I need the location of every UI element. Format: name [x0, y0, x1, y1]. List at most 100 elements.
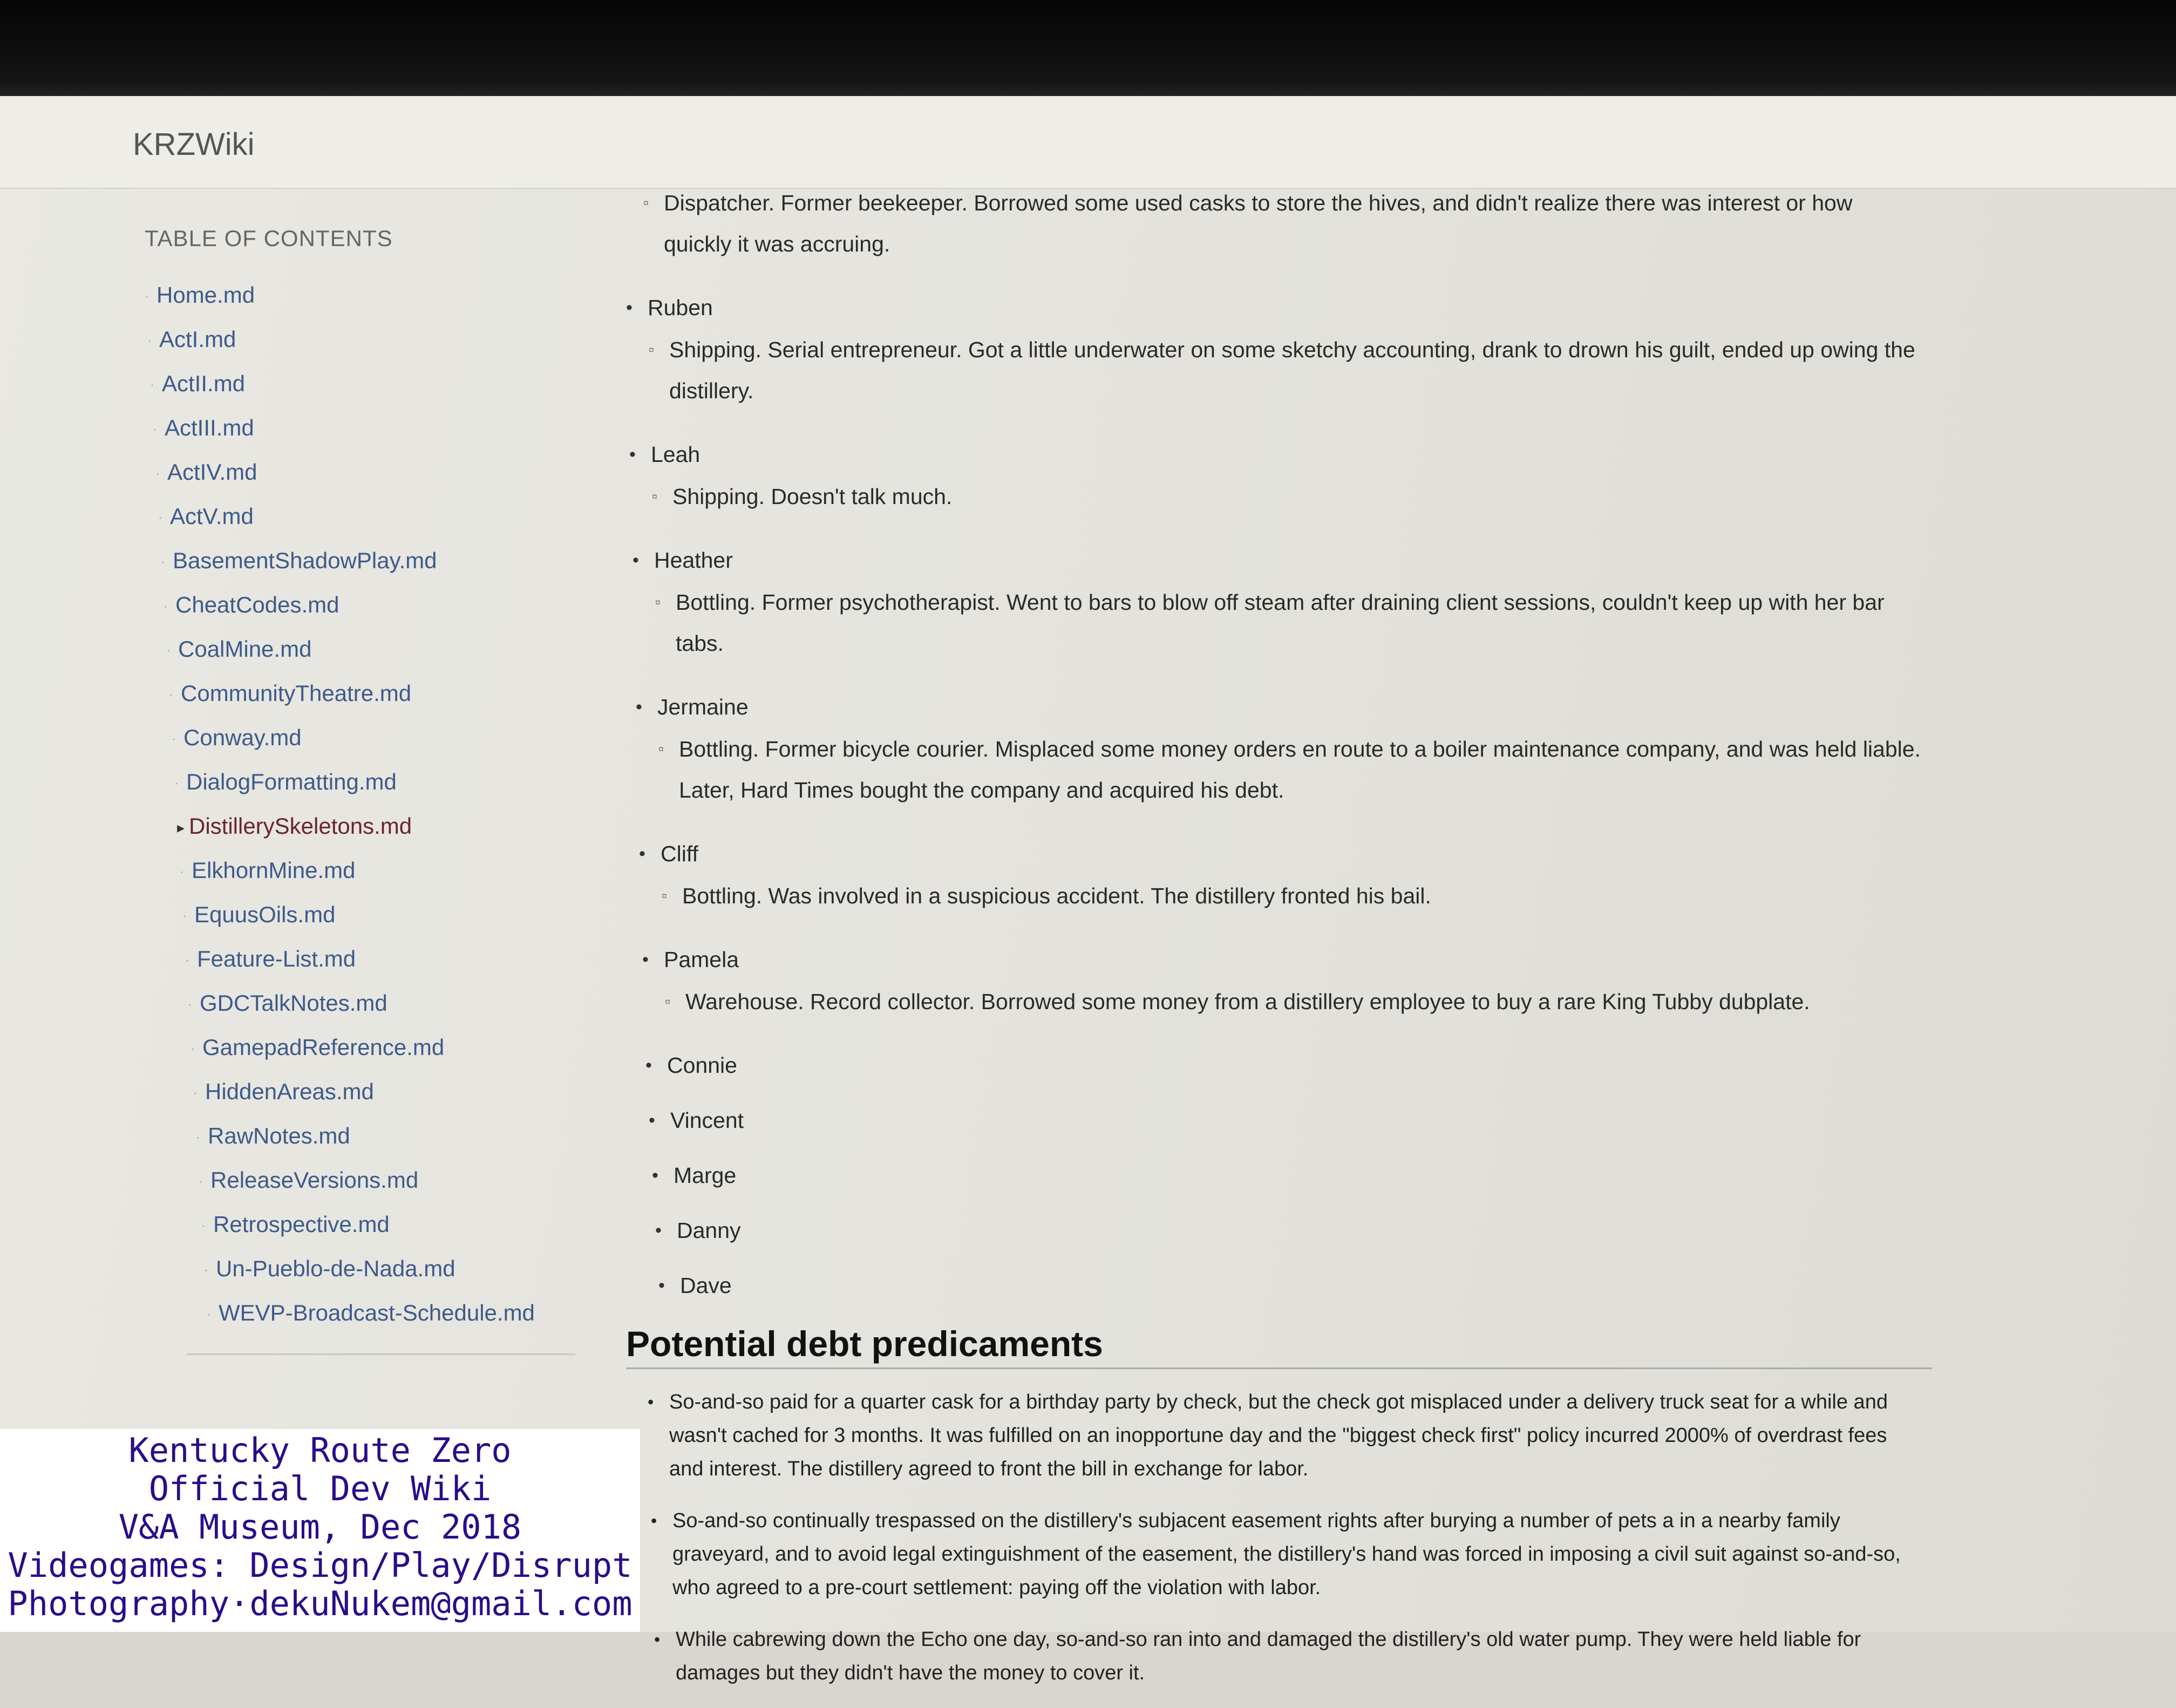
- bullet-icon: ·: [185, 952, 189, 968]
- section-heading: Potential debt predicaments: [626, 1323, 1932, 1369]
- person-name: Vincent: [649, 1099, 1943, 1142]
- toc-item[interactable]: · Un-Pueblo-de-Nada.md: [204, 1247, 576, 1291]
- bullet-icon: ·: [147, 333, 152, 348]
- person-item: CliffBottling. Was involved in a suspici…: [639, 832, 1943, 916]
- toc-item[interactable]: · ElkhornMine.md: [180, 848, 576, 893]
- toc-item[interactable]: · GamepadReference.md: [191, 1025, 576, 1070]
- toc-item[interactable]: · DialogFormatting.md: [174, 760, 576, 804]
- toc-item[interactable]: · ActII.md: [150, 362, 576, 406]
- toc-item[interactable]: ▸ DistillerySkeletons.md: [177, 804, 576, 848]
- bullet-icon: ·: [191, 1041, 195, 1056]
- person-detail: Warehouse. Record collector. Borrowed so…: [642, 981, 1937, 1022]
- toc-item[interactable]: · ReleaseVersions.md: [199, 1158, 576, 1202]
- bullet-icon: ·: [172, 731, 176, 746]
- wiki-screen: KRZWiki TABLE OF CONTENTS · Home.md · ActI.…: [0, 96, 2176, 1684]
- bullet-icon: ·: [188, 997, 192, 1012]
- toc-item-label: ReleaseVersions.md: [210, 1167, 419, 1193]
- bullet-icon: ·: [166, 643, 171, 658]
- toc-item-label: ActIV.md: [167, 459, 257, 485]
- toc-item[interactable]: · CommunityTheatre.md: [169, 671, 576, 716]
- site-brand[interactable]: KRZWiki: [133, 126, 255, 162]
- person-item: Dave: [658, 1264, 1943, 1307]
- bullet-icon: ·: [201, 1218, 206, 1233]
- person-name: Leah: [629, 433, 1943, 476]
- toc-item-label: ActIII.md: [165, 415, 254, 440]
- toc-item[interactable]: · CoalMine.md: [166, 627, 576, 671]
- person-detail: Shipping. Serial entrepreneur. Got a lit…: [626, 329, 1921, 411]
- person-name: Danny: [655, 1209, 1943, 1252]
- toc-item[interactable]: · ActIII.md: [153, 406, 576, 450]
- toc-item[interactable]: · Retrospective.md: [201, 1202, 576, 1247]
- person-detail: Bottling. Former psychotherapist. Went t…: [633, 582, 1928, 664]
- person-detail: Bottling. Former bicycle courier. Mispla…: [636, 729, 1931, 811]
- toc-item-label: Conway.md: [183, 725, 302, 750]
- toc-item-label: BasementShadowPlay.md: [173, 548, 437, 573]
- person-name: Cliff: [639, 832, 1943, 875]
- caption-line: Videogames: Design/Play/Disrupt: [8, 1546, 633, 1585]
- person-item: PamelaWarehouse. Record collector. Borro…: [642, 938, 1943, 1022]
- bullet-icon: ·: [164, 598, 168, 614]
- toc-item[interactable]: · BasementShadowPlay.md: [161, 539, 576, 583]
- toc-divider: [187, 1353, 575, 1355]
- person-item: HeatherBottling. Former psychotherapist.…: [633, 539, 1943, 664]
- bullet-icon: ·: [196, 1129, 200, 1145]
- toc-item-label: Un-Pueblo-de-Nada.md: [216, 1256, 455, 1281]
- toc-item[interactable]: · ActIV.md: [155, 450, 576, 494]
- bullet-icon: ·: [180, 864, 184, 879]
- person-item: RubenShipping. Serial entrepreneur. Got …: [626, 286, 1943, 411]
- bullet-icon: ·: [204, 1262, 208, 1277]
- bullet-icon: ·: [174, 775, 179, 791]
- caption-line: Photography·dekuNukem@gmail.com: [8, 1584, 633, 1623]
- toc-item[interactable]: · RawNotes.md: [196, 1114, 576, 1158]
- toc-item-label: ElkhornMine.md: [192, 858, 356, 883]
- bullet-icon: ·: [158, 510, 162, 525]
- toc-item[interactable]: · EquusOils.md: [182, 893, 576, 937]
- toc-heading: TABLE OF CONTENTS: [145, 226, 393, 251]
- toc-item-label: RawNotes.md: [208, 1123, 350, 1148]
- bullet-icon: ·: [193, 1085, 198, 1100]
- monitor-bezel: [0, 0, 2176, 103]
- person-item: Vincent: [649, 1099, 1943, 1142]
- bullet-icon: ·: [207, 1306, 211, 1322]
- debt-list: So-and-so paid for a quarter cask for a …: [626, 1385, 1943, 1690]
- toc-item[interactable]: · WEVP-Broadcast-Schedule.md: [207, 1291, 576, 1335]
- bullet-icon: ·: [199, 1174, 203, 1189]
- toc-item[interactable]: · Home.md: [145, 273, 576, 317]
- bullet-icon: ·: [169, 687, 173, 702]
- person-name: Marge: [652, 1154, 1943, 1197]
- person-item: LeahShipping. Doesn't talk much.: [629, 433, 1943, 517]
- toc-item-label: Retrospective.md: [213, 1212, 390, 1237]
- person-item: Marge: [652, 1154, 1943, 1197]
- bullet-icon: ·: [145, 289, 149, 304]
- photo-caption: Kentucky Route Zero Official Dev Wiki V&…: [0, 1429, 640, 1632]
- toc-item[interactable]: · HiddenAreas.md: [193, 1070, 576, 1114]
- person-detail: Bottling. Was involved in a suspicious a…: [639, 875, 1934, 916]
- toc-item-label: CheatCodes.md: [175, 592, 339, 617]
- person-name: Connie: [645, 1044, 1943, 1087]
- toc-item-label: DistillerySkeletons.md: [189, 813, 412, 839]
- toc-item[interactable]: · ActV.md: [158, 494, 576, 539]
- toc-list: · Home.md · ActI.md · ActII.md · ActIII.md · ActI…: [145, 273, 576, 1335]
- toc-item-label: Feature-List.md: [197, 946, 356, 971]
- toc-item-label: ActV.md: [170, 503, 254, 529]
- sidebar: TABLE OF CONTENTS · Home.md · ActI.md · ActII…: [145, 226, 576, 1355]
- bullet-icon: ·: [182, 908, 187, 923]
- toc-item-label: ActI.md: [159, 326, 236, 352]
- active-triangle-icon: ▸: [177, 819, 185, 836]
- people-list: RubenShipping. Serial entrepreneur. Got …: [626, 286, 1943, 1307]
- toc-item-label: ActII.md: [162, 371, 246, 396]
- toc-item-label: GDCTalkNotes.md: [200, 990, 387, 1016]
- debt-item: While cabrewing down the Echo one day, s…: [633, 1623, 1917, 1690]
- debt-item: So-and-so continually trespassed on the …: [629, 1504, 1914, 1604]
- toc-item-label: DialogFormatting.md: [186, 769, 397, 794]
- toc-item-label: CommunityTheatre.md: [181, 681, 412, 706]
- toc-item[interactable]: · GDCTalkNotes.md: [188, 981, 576, 1025]
- toc-item[interactable]: · CheatCodes.md: [164, 583, 576, 627]
- caption-line: Kentucky Route Zero: [128, 1431, 512, 1470]
- person-name: Heather: [633, 539, 1943, 582]
- person-name: Jermaine: [636, 685, 1943, 729]
- toc-item[interactable]: · Feature-List.md: [185, 937, 576, 981]
- bullet-icon: ·: [153, 421, 157, 437]
- toc-item[interactable]: · ActI.md: [147, 317, 576, 362]
- toc-item[interactable]: · Conway.md: [172, 716, 576, 760]
